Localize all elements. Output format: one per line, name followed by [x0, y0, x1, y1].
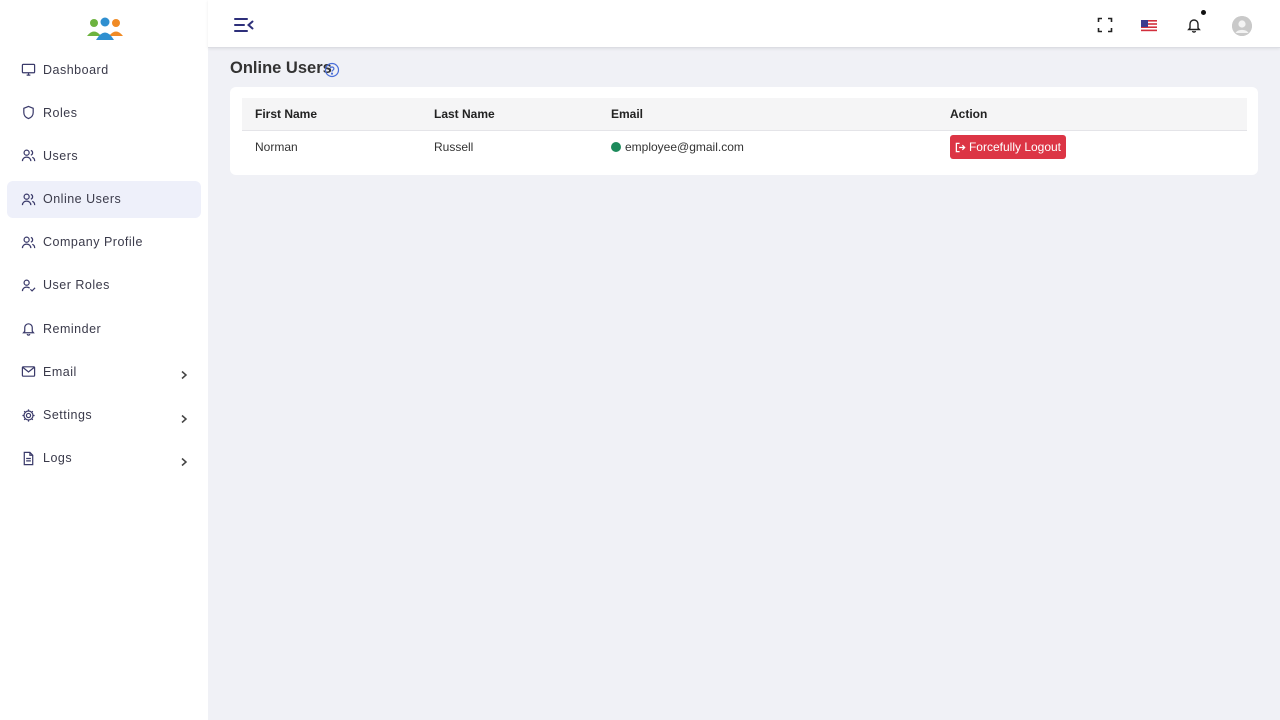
cell-email: employee@gmail.com	[611, 140, 744, 154]
menu-collapse-icon[interactable]	[234, 17, 254, 33]
sidebar-item-label: Dashboard	[43, 62, 109, 77]
cell-first-name: Norman	[255, 140, 298, 154]
sidebar-item-online-users[interactable]: Online Users	[7, 180, 201, 218]
sidebar-item-roles[interactable]: Roles	[7, 94, 201, 131]
chevron-right-icon	[179, 367, 189, 380]
sidebar-item-dashboard[interactable]: Dashboard	[7, 51, 201, 88]
column-header-action: Action	[950, 107, 988, 121]
sidebar-item-settings[interactable]: Settings	[7, 397, 201, 434]
monitor-icon	[21, 62, 36, 77]
sidebar-item-label: Reminder	[43, 321, 102, 336]
fullscreen-icon[interactable]	[1097, 17, 1113, 33]
sidebar-item-reminder[interactable]: Reminder	[7, 310, 201, 347]
users-icon	[21, 148, 36, 163]
chevron-right-icon	[179, 454, 189, 466]
mail-icon	[21, 364, 36, 379]
table-row: Norman Russell employee@gmail.com Forcef…	[242, 131, 1247, 163]
notification-dot	[1201, 10, 1206, 15]
avatar[interactable]	[1232, 16, 1252, 36]
email-text: employee@gmail.com	[625, 140, 744, 154]
sidebar-item-users[interactable]: Users	[7, 137, 201, 174]
sidebar-item-email[interactable]: Email	[7, 353, 201, 390]
sidebar-item-label: User Roles	[43, 278, 110, 293]
sidebar-item-label: Users	[43, 148, 79, 163]
sidebar-nav: Dashboard Roles Users Online Users Compa…	[7, 51, 201, 483]
column-header-email: Email	[611, 107, 644, 121]
users-icon	[21, 192, 36, 207]
logout-icon	[955, 142, 966, 152]
gear-icon	[21, 408, 36, 423]
us-flag-icon[interactable]	[1141, 20, 1157, 33]
cell-last-name: Russell	[434, 140, 474, 154]
forcefully-logout-button[interactable]: Forcefully Logout	[950, 135, 1066, 159]
online-users-card: First Name Last Name Email Action Norman…	[230, 87, 1258, 175]
notification-bell-icon[interactable]	[1186, 17, 1202, 33]
help-icon[interactable]	[324, 62, 340, 78]
sidebar-item-logs[interactable]: Logs	[7, 440, 201, 477]
sidebar-item-label: Logs	[43, 451, 73, 466]
online-status-dot	[611, 142, 621, 152]
column-header-first-name: First Name	[255, 107, 318, 121]
column-header-last-name: Last Name	[434, 107, 495, 121]
sidebar-item-label: Settings	[43, 408, 93, 422]
sidebar-item-label: Online Users	[43, 192, 122, 207]
sidebar-item-label: Company Profile	[43, 235, 143, 250]
file-icon	[21, 451, 36, 466]
table-header: First Name Last Name Email Action	[242, 98, 1247, 131]
shield-icon	[21, 105, 36, 120]
sidebar-item-company-profile[interactable]: Company Profile	[7, 224, 201, 261]
app-logo[interactable]	[86, 16, 124, 42]
sidebar-item-label: Email	[43, 364, 77, 379]
bell-icon	[21, 321, 36, 336]
sidebar-item-label: Roles	[43, 105, 78, 120]
sidebar: Dashboard Roles Users Online Users Compa…	[0, 0, 208, 720]
users-icon	[21, 235, 36, 250]
online-users-table: First Name Last Name Email Action Norman…	[242, 98, 1247, 163]
chevron-right-icon	[179, 411, 189, 423]
forcefully-logout-label: Forcefully Logout	[968, 140, 1062, 154]
topbar	[208, 0, 1280, 48]
user-check-icon	[21, 278, 36, 293]
sidebar-item-user-roles[interactable]: User Roles	[7, 267, 201, 304]
page-title: Online Users	[230, 59, 332, 77]
